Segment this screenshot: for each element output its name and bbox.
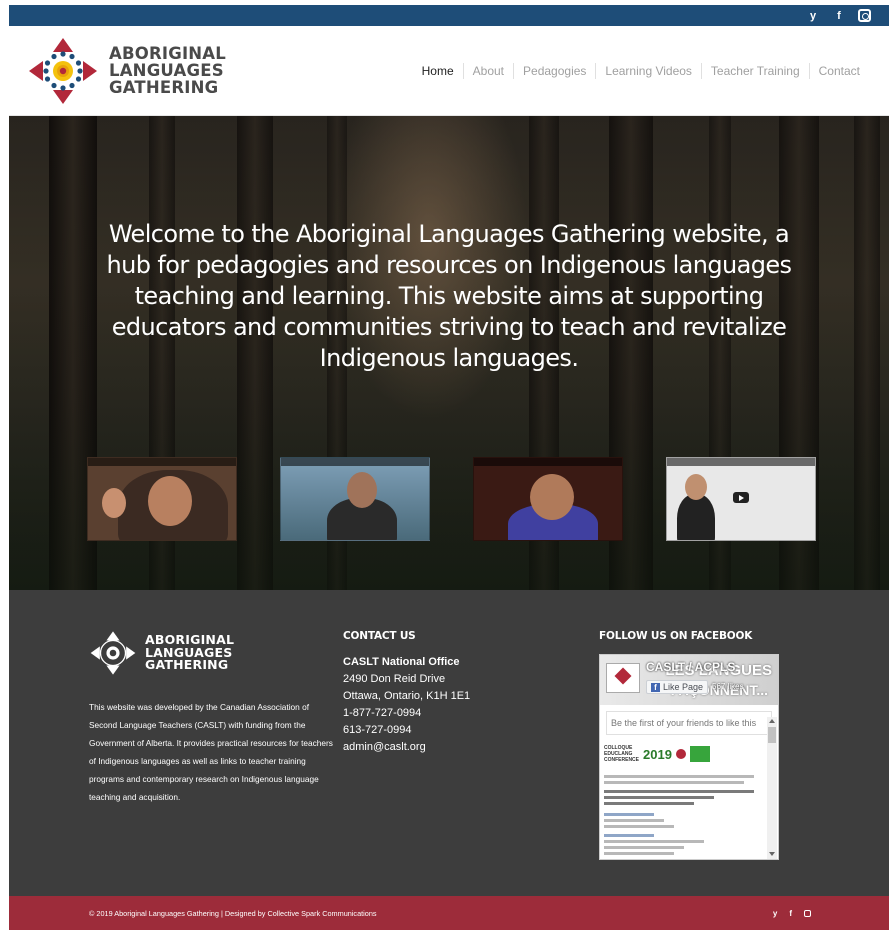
conference-label: COLLOQUE EDUCLANG CONFERENCE: [604, 745, 639, 763]
site-logo[interactable]: ABORIGINAL LANGUAGES GATHERING: [27, 36, 226, 106]
instagram-icon[interactable]: [858, 9, 871, 22]
facebook-widget-scrollbar[interactable]: [767, 717, 777, 859]
contact-email[interactable]: admin@caslt.org: [343, 739, 543, 756]
facebook-feed[interactable]: COLLOQUE EDUCLANG CONFERENCE 2019: [604, 739, 764, 857]
video-face: [685, 474, 707, 500]
facebook-page-name[interactable]: CASLT / ACPLS: [646, 660, 735, 674]
year-part-1: 20: [643, 746, 658, 762]
feed-text-line: [604, 790, 754, 793]
partner-logo-icon: [689, 746, 710, 762]
video-person: [677, 494, 715, 540]
feed-text-line: [604, 846, 684, 849]
facebook-page-widget[interactable]: LES LANGUES FAÇONNENT... CASLT / ACPLS L…: [599, 654, 779, 860]
main-nav: Home About Pedagogies Learning Videos Te…: [413, 62, 869, 79]
facebook-like-count: 567 likes: [712, 682, 744, 691]
medicine-wheel-logo-icon: [90, 631, 136, 675]
twitter-icon[interactable]: y: [773, 909, 777, 918]
video-thumbnail-4[interactable]: [666, 457, 816, 541]
video-title-bar: [281, 458, 429, 466]
facebook-heading: FOLLOW US ON FACEBOOK: [599, 630, 753, 642]
conference-year: 2019: [643, 747, 672, 762]
site-header: ABORIGINAL LANGUAGES GATHERING Home Abou…: [9, 26, 889, 116]
nav-about[interactable]: About: [462, 62, 513, 79]
footer-brand-line-3: GATHERING: [145, 657, 229, 673]
scroll-up-icon[interactable]: [769, 719, 775, 723]
footer-logo[interactable]: ABORIGINAL LANGUAGES GATHERING: [89, 630, 334, 676]
caslt-mark-icon: [675, 749, 686, 759]
contact-phone-tollfree[interactable]: 1-877-727-0994: [343, 705, 543, 722]
top-social-bar: y f: [9, 5, 889, 26]
page-frame: y f ABORIGINAL LANGUAGES GATHERING Home …: [9, 5, 889, 930]
feed-text-line: [604, 825, 674, 828]
video-title-bar: [474, 458, 622, 466]
nav-teacher-training[interactable]: Teacher Training: [700, 62, 809, 79]
footer-social-icons: y f: [773, 909, 811, 918]
scroll-down-icon[interactable]: [769, 852, 775, 856]
feed-text-line: [604, 796, 714, 799]
footer-contact: CONTACT US CASLT National Office 2490 Do…: [343, 630, 543, 756]
contact-phone-local[interactable]: 613-727-0994: [343, 722, 543, 739]
feed-text-line: [604, 813, 654, 816]
scroll-thumb[interactable]: [768, 727, 776, 743]
feed-text-line: [604, 840, 704, 843]
copyright-text: © 2019 Aboriginal Languages Gathering | …: [89, 908, 377, 918]
video-thumbnail-3[interactable]: [473, 457, 623, 541]
year-part-2: 19: [657, 746, 672, 762]
nav-pedagogies[interactable]: Pedagogies: [513, 62, 595, 79]
nav-learning-videos[interactable]: Learning Videos: [595, 62, 701, 79]
feed-text-line: [604, 775, 754, 778]
facebook-cover: LES LANGUES FAÇONNENT... CASLT / ACPLS L…: [600, 655, 778, 705]
brand-line-3: GATHERING: [109, 78, 219, 97]
waving-hand: [102, 488, 126, 518]
feed-text-line: [604, 834, 654, 837]
instagram-icon[interactable]: [804, 909, 811, 917]
facebook-icon[interactable]: f: [789, 909, 792, 918]
feed-text-line: [604, 852, 674, 855]
copyright-bar: © 2019 Aboriginal Languages Gathering | …: [9, 896, 889, 930]
feed-text-line: [604, 802, 694, 805]
video-title-bar: [88, 458, 236, 466]
twitter-icon[interactable]: y: [806, 9, 820, 23]
contact-org: CASLT National Office: [343, 656, 460, 668]
medicine-wheel-logo-icon: [29, 37, 97, 104]
site-footer: ABORIGINAL LANGUAGES GATHERING This webs…: [9, 590, 889, 896]
caslt-logo-icon: [606, 663, 640, 693]
feed-post-image: COLLOQUE EDUCLANG CONFERENCE 2019: [604, 739, 764, 769]
video-thumbnail-1[interactable]: [87, 457, 237, 541]
footer-about: ABORIGINAL LANGUAGES GATHERING This webs…: [89, 630, 334, 806]
video-face: [347, 472, 377, 508]
facebook-friends-text: Be the first of your friends to like thi…: [606, 711, 772, 735]
footer-about-text: This website was developed by the Canadi…: [89, 702, 333, 802]
brand-line-1: ABORIGINAL: [109, 44, 226, 63]
facebook-like-button[interactable]: Like Page: [646, 680, 709, 694]
video-face: [148, 476, 192, 526]
footer-facebook: FOLLOW US ON FACEBOOK LES LANGUES FAÇONN…: [599, 630, 809, 860]
nav-home[interactable]: Home: [413, 63, 463, 79]
contact-city: Ottawa, Ontario, K1H 1E1: [343, 690, 471, 702]
contact-heading: CONTACT US: [343, 630, 416, 642]
video-title-bar: [667, 458, 815, 466]
feed-text-line: [604, 819, 664, 822]
video-thumbnails: [87, 457, 816, 541]
nav-contact[interactable]: Contact: [808, 62, 869, 79]
feed-text-line: [604, 781, 744, 784]
conference-text: CONFERENCE: [604, 757, 640, 763]
hero-welcome-text: Welcome to the Aboriginal Languages Gath…: [106, 220, 792, 372]
footer-brand-wordmark: ABORIGINAL LANGUAGES GATHERING: [145, 634, 234, 672]
play-icon[interactable]: [733, 492, 749, 503]
video-thumbnail-2[interactable]: [280, 457, 430, 541]
facebook-icon[interactable]: f: [832, 9, 846, 23]
contact-street: 2490 Don Reid Drive: [343, 673, 446, 685]
brand-line-2: LANGUAGES: [109, 61, 224, 80]
brand-wordmark: ABORIGINAL LANGUAGES GATHERING: [109, 45, 226, 96]
hero-section: Welcome to the Aboriginal Languages Gath…: [9, 116, 889, 590]
video-face: [530, 474, 574, 520]
